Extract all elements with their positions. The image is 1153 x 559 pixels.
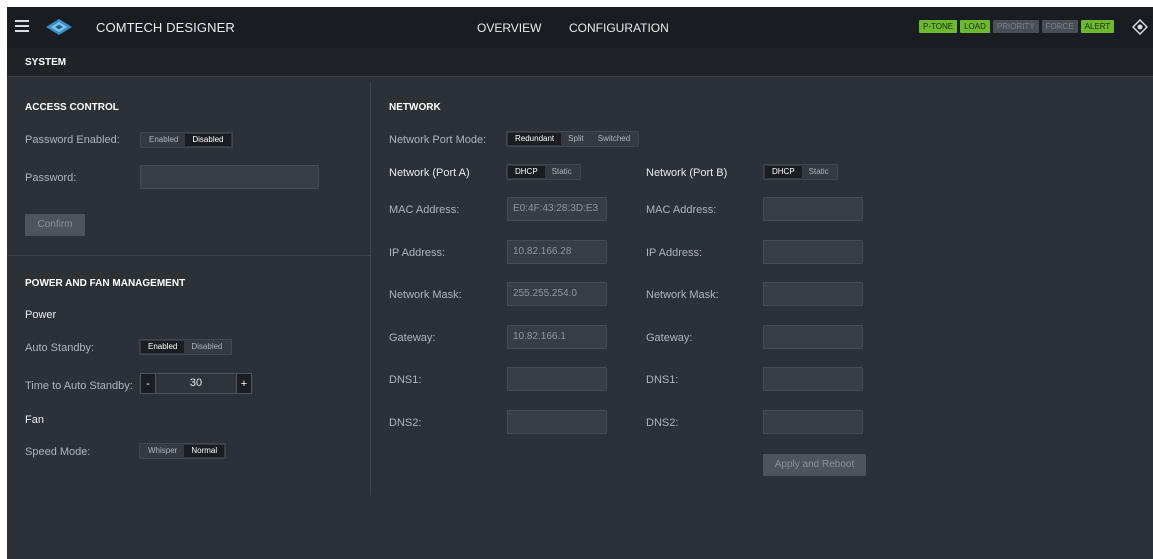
- port-mode-toggle[interactable]: Redundant Split Switched: [506, 131, 640, 147]
- port-b-ip-input[interactable]: [763, 240, 863, 264]
- port-mode-toggle-option[interactable]: Switched: [591, 133, 637, 145]
- port-b-mask-input[interactable]: [763, 282, 863, 306]
- speed-mode-toggle-option[interactable]: Normal: [184, 445, 225, 457]
- port-b-mac-label: MAC Address:: [646, 204, 717, 216]
- increment-button[interactable]: +: [236, 373, 252, 394]
- password-input[interactable]: [140, 165, 319, 189]
- status-badges: P-TONE LOAD PRIORITY FORCE ALERT: [919, 20, 1115, 33]
- port-a-mode-toggle[interactable]: DHCP Static: [506, 164, 581, 180]
- auto-standby-toggle[interactable]: Enabled Disabled: [139, 339, 232, 355]
- port-b-mask-label: Network Mask:: [646, 289, 719, 301]
- port-a-title: Network (Port A): [389, 167, 470, 179]
- password-enabled-label: Password Enabled:: [25, 134, 120, 146]
- port-b-mode-toggle[interactable]: DHCP Static: [763, 164, 838, 180]
- port-a-mask-input[interactable]: 255.255.254.0: [507, 282, 607, 306]
- port-a-dns1-input[interactable]: [507, 367, 607, 391]
- nav-overview[interactable]: OVERVIEW: [477, 21, 541, 35]
- port-mode-toggle-option[interactable]: Redundant: [508, 133, 562, 145]
- comtech-logo-icon: [46, 19, 72, 35]
- port-b-ip-label: IP Address:: [646, 247, 703, 259]
- app-window: COMTECH DESIGNER OVERVIEW CONFIGURATION …: [7, 7, 1153, 559]
- speed-mode-toggle[interactable]: Whisper Normal: [139, 443, 227, 459]
- port-b-mode-toggle-option[interactable]: DHCP: [765, 166, 802, 178]
- column-divider: [370, 82, 371, 495]
- system-title: SYSTEM: [25, 57, 67, 68]
- auto-standby-toggle-option[interactable]: Disabled: [184, 341, 229, 353]
- status-badge: PRIORITY: [992, 20, 1039, 33]
- locate-icon[interactable]: [1132, 19, 1148, 35]
- port-a-mode-toggle-option[interactable]: Static: [545, 166, 579, 178]
- menu-icon[interactable]: [15, 20, 29, 32]
- speed-mode-toggle-option[interactable]: Whisper: [141, 445, 184, 457]
- port-b-mode-toggle-option[interactable]: Static: [802, 166, 836, 178]
- port-b-title: Network (Port B): [646, 167, 728, 179]
- port-b-gateway-label: Gateway:: [646, 332, 693, 344]
- port-mode-label: Network Port Mode:: [389, 134, 487, 146]
- time-auto-standby-stepper: - 30 +: [140, 373, 252, 394]
- time-auto-standby-value[interactable]: 30: [156, 373, 236, 394]
- port-b-gateway-input[interactable]: [763, 325, 863, 349]
- port-a-gateway-input[interactable]: 10.82.166.1: [507, 325, 607, 349]
- auto-standby-label: Auto Standby:: [25, 342, 95, 354]
- port-b-dns2-label: DNS2:: [646, 417, 679, 429]
- nav-configuration[interactable]: CONFIGURATION: [569, 21, 669, 35]
- speed-mode-label: Speed Mode:: [25, 446, 91, 458]
- decrement-button[interactable]: -: [140, 373, 156, 394]
- access-control-title: ACCESS CONTROL: [25, 102, 119, 113]
- port-b-dns1-label: DNS1:: [646, 374, 679, 386]
- power-fan-title: POWER AND FAN MANAGEMENT: [25, 278, 186, 289]
- port-a-mode-toggle-option[interactable]: DHCP: [508, 166, 545, 178]
- port-a-dns2-input[interactable]: [507, 410, 607, 434]
- power-heading: Power: [25, 309, 57, 321]
- port-a-dns1-label: DNS1:: [389, 374, 422, 386]
- port-a-ip-label: IP Address:: [389, 247, 446, 259]
- port-a-ip-input[interactable]: 10.82.166.28: [507, 240, 607, 264]
- port-mode-toggle-option[interactable]: Split: [561, 133, 591, 145]
- password-enabled-toggle-option[interactable]: Enabled: [142, 134, 185, 146]
- port-a-mask-label: Network Mask:: [389, 289, 462, 301]
- port-b-dns1-input[interactable]: [763, 367, 863, 391]
- status-badge: LOAD: [960, 20, 990, 33]
- confirm-button[interactable]: Confirm: [25, 214, 85, 236]
- port-a-gateway-label: Gateway:: [389, 332, 436, 344]
- status-badge: FORCE: [1041, 20, 1078, 33]
- port-b-dns2-input[interactable]: [763, 410, 863, 434]
- status-badge: ALERT: [1080, 20, 1115, 33]
- auto-standby-toggle-option[interactable]: Enabled: [141, 341, 185, 353]
- network-title: NETWORK: [389, 102, 441, 113]
- brand-title: COMTECH DESIGNER: [96, 20, 235, 35]
- status-badge: P-TONE: [919, 20, 958, 33]
- apply-reboot-button[interactable]: Apply and Reboot: [763, 454, 866, 476]
- password-enabled-toggle[interactable]: Enabled Disabled: [140, 132, 233, 148]
- password-label: Password:: [25, 172, 77, 184]
- port-a-dns2-label: DNS2:: [389, 417, 422, 429]
- section-divider: [7, 255, 370, 256]
- top-bar: COMTECH DESIGNER OVERVIEW CONFIGURATION …: [7, 7, 1153, 48]
- time-auto-standby-label: Time to Auto Standby:: [25, 380, 133, 392]
- password-enabled-toggle-option[interactable]: Disabled: [185, 134, 231, 146]
- system-header: SYSTEM: [7, 48, 1153, 77]
- fan-heading: Fan: [25, 414, 44, 426]
- port-a-mac-input[interactable]: E0:4F:43:28:3D:E3: [507, 197, 607, 221]
- port-a-mac-label: MAC Address:: [389, 204, 460, 216]
- port-b-mac-input[interactable]: [763, 197, 863, 221]
